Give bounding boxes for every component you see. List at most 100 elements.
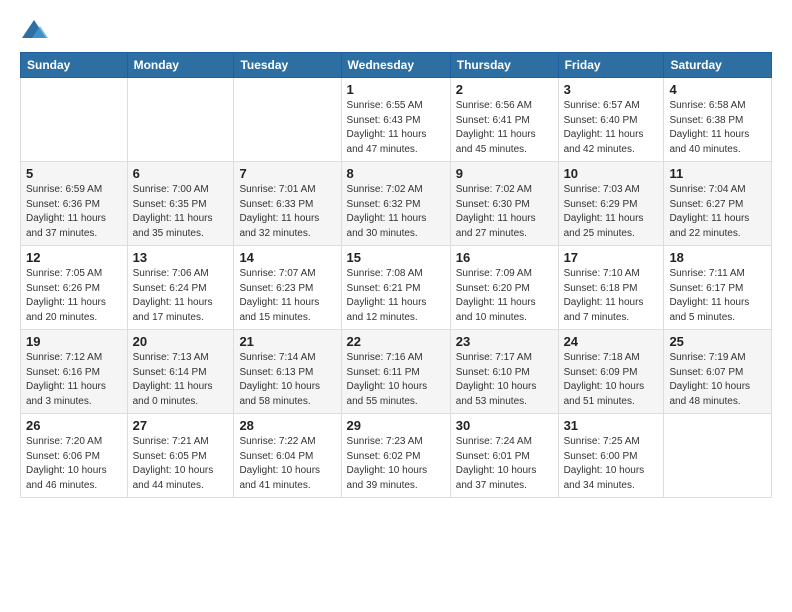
day-info: Sunrise: 7:05 AM Sunset: 6:26 PM Dayligh… bbox=[26, 267, 122, 325]
calendar-cell: 16 Sunrise: 7:09 AM Sunset: 6:20 PM Dayli… bbox=[450, 246, 558, 330]
day-number: 8 bbox=[347, 166, 445, 181]
calendar-cell: 2Sunrise: 6:56 AM Sunset: 6:41 PM Daylig… bbox=[450, 78, 558, 162]
day-number: 27 bbox=[133, 418, 229, 433]
calendar-cell: 15 Sunrise: 7:08 AM Sunset: 6:21 PM Dayli… bbox=[341, 246, 450, 330]
day-info: Sunrise: 7:00 AM Sunset: 6:35 PM Dayligh… bbox=[133, 183, 229, 241]
day-number: 14 bbox=[239, 250, 335, 265]
calendar-cell: 19Sunrise: 7:12 AM Sunset: 6:16 PM Dayli… bbox=[21, 330, 128, 414]
day-number: 30 bbox=[456, 418, 553, 433]
day-number: 24 bbox=[564, 334, 659, 349]
calendar-cell: 30Sunrise: 7:24 AM Sunset: 6:01 PM Dayli… bbox=[450, 414, 558, 498]
calendar-cell: 3 Sunrise: 6:57 AM Sunset: 6:40 PM Daylig… bbox=[558, 78, 664, 162]
header bbox=[20, 16, 772, 44]
calendar-week-row: 26 Sunrise: 7:20 AM Sunset: 6:06 PM Dayli… bbox=[21, 414, 772, 498]
day-number: 4 bbox=[669, 82, 766, 97]
day-number: 13 bbox=[133, 250, 229, 265]
calendar-cell: 10 Sunrise: 7:03 AM Sunset: 6:29 PM Dayli… bbox=[558, 162, 664, 246]
logo bbox=[20, 16, 52, 44]
day-number: 28 bbox=[239, 418, 335, 433]
day-info: Sunrise: 7:13 AM Sunset: 6:14 PM Dayligh… bbox=[133, 351, 229, 409]
calendar-cell: 13 Sunrise: 7:06 AM Sunset: 6:24 PM Dayli… bbox=[127, 246, 234, 330]
calendar-cell: 1 Sunrise: 6:55 AM Sunset: 6:43 PM Daylig… bbox=[341, 78, 450, 162]
calendar-container: SundayMondayTuesdayWednesdayThursdayFrid… bbox=[0, 0, 792, 508]
logo-icon bbox=[20, 16, 48, 44]
day-number: 2 bbox=[456, 82, 553, 97]
calendar-cell: 24 Sunrise: 7:18 AM Sunset: 6:09 PM Dayli… bbox=[558, 330, 664, 414]
day-info: Sunrise: 6:55 AM Sunset: 6:43 PM Dayligh… bbox=[347, 99, 445, 157]
day-info: Sunrise: 7:22 AM Sunset: 6:04 PM Dayligh… bbox=[239, 435, 335, 493]
day-info: Sunrise: 7:14 AM Sunset: 6:13 PM Dayligh… bbox=[239, 351, 335, 409]
calendar-cell: 26 Sunrise: 7:20 AM Sunset: 6:06 PM Dayli… bbox=[21, 414, 128, 498]
day-number: 21 bbox=[239, 334, 335, 349]
calendar-week-row: 1 Sunrise: 6:55 AM Sunset: 6:43 PM Daylig… bbox=[21, 78, 772, 162]
calendar-cell: 7 Sunrise: 7:01 AM Sunset: 6:33 PM Daylig… bbox=[234, 162, 341, 246]
day-info: Sunrise: 7:02 AM Sunset: 6:30 PM Dayligh… bbox=[456, 183, 553, 241]
calendar-cell bbox=[21, 78, 128, 162]
calendar-cell: 6 Sunrise: 7:00 AM Sunset: 6:35 PM Daylig… bbox=[127, 162, 234, 246]
day-number: 10 bbox=[564, 166, 659, 181]
day-number: 5 bbox=[26, 166, 122, 181]
day-info: Sunrise: 7:23 AM Sunset: 6:02 PM Dayligh… bbox=[347, 435, 445, 493]
weekday-header: Sunday bbox=[21, 53, 128, 78]
calendar-cell: 21 Sunrise: 7:14 AM Sunset: 6:13 PM Dayli… bbox=[234, 330, 341, 414]
day-info: Sunrise: 7:07 AM Sunset: 6:23 PM Dayligh… bbox=[239, 267, 335, 325]
calendar-cell: 12 Sunrise: 7:05 AM Sunset: 6:26 PM Dayli… bbox=[21, 246, 128, 330]
day-info: Sunrise: 7:10 AM Sunset: 6:18 PM Dayligh… bbox=[564, 267, 659, 325]
day-number: 3 bbox=[564, 82, 659, 97]
weekday-header: Friday bbox=[558, 53, 664, 78]
day-number: 7 bbox=[239, 166, 335, 181]
calendar-cell: 20 Sunrise: 7:13 AM Sunset: 6:14 PM Dayli… bbox=[127, 330, 234, 414]
weekday-header-row: SundayMondayTuesdayWednesdayThursdayFrid… bbox=[21, 53, 772, 78]
day-info: Sunrise: 7:19 AM Sunset: 6:07 PM Dayligh… bbox=[669, 351, 766, 409]
calendar-cell: 31Sunrise: 7:25 AM Sunset: 6:00 PM Dayli… bbox=[558, 414, 664, 498]
day-number: 29 bbox=[347, 418, 445, 433]
day-info: Sunrise: 7:01 AM Sunset: 6:33 PM Dayligh… bbox=[239, 183, 335, 241]
day-info: Sunrise: 7:21 AM Sunset: 6:05 PM Dayligh… bbox=[133, 435, 229, 493]
day-info: Sunrise: 6:59 AM Sunset: 6:36 PM Dayligh… bbox=[26, 183, 122, 241]
calendar-cell: 18Sunrise: 7:11 AM Sunset: 6:17 PM Dayli… bbox=[664, 246, 772, 330]
calendar-cell bbox=[664, 414, 772, 498]
day-number: 25 bbox=[669, 334, 766, 349]
calendar-cell: 23 Sunrise: 7:17 AM Sunset: 6:10 PM Dayli… bbox=[450, 330, 558, 414]
day-number: 12 bbox=[26, 250, 122, 265]
calendar-cell: 14 Sunrise: 7:07 AM Sunset: 6:23 PM Dayli… bbox=[234, 246, 341, 330]
day-number: 16 bbox=[456, 250, 553, 265]
weekday-header: Monday bbox=[127, 53, 234, 78]
calendar-cell: 22Sunrise: 7:16 AM Sunset: 6:11 PM Dayli… bbox=[341, 330, 450, 414]
day-info: Sunrise: 7:17 AM Sunset: 6:10 PM Dayligh… bbox=[456, 351, 553, 409]
day-number: 1 bbox=[347, 82, 445, 97]
day-info: Sunrise: 7:08 AM Sunset: 6:21 PM Dayligh… bbox=[347, 267, 445, 325]
day-number: 18 bbox=[669, 250, 766, 265]
weekday-header: Saturday bbox=[664, 53, 772, 78]
calendar-table: SundayMondayTuesdayWednesdayThursdayFrid… bbox=[20, 52, 772, 498]
calendar-week-row: 19Sunrise: 7:12 AM Sunset: 6:16 PM Dayli… bbox=[21, 330, 772, 414]
day-info: Sunrise: 6:57 AM Sunset: 6:40 PM Dayligh… bbox=[564, 99, 659, 157]
weekday-header: Thursday bbox=[450, 53, 558, 78]
weekday-header: Tuesday bbox=[234, 53, 341, 78]
day-number: 22 bbox=[347, 334, 445, 349]
calendar-cell bbox=[127, 78, 234, 162]
day-info: Sunrise: 7:20 AM Sunset: 6:06 PM Dayligh… bbox=[26, 435, 122, 493]
day-info: Sunrise: 7:03 AM Sunset: 6:29 PM Dayligh… bbox=[564, 183, 659, 241]
day-number: 15 bbox=[347, 250, 445, 265]
day-info: Sunrise: 7:09 AM Sunset: 6:20 PM Dayligh… bbox=[456, 267, 553, 325]
day-info: Sunrise: 7:02 AM Sunset: 6:32 PM Dayligh… bbox=[347, 183, 445, 241]
day-info: Sunrise: 7:04 AM Sunset: 6:27 PM Dayligh… bbox=[669, 183, 766, 241]
calendar-cell: 5 Sunrise: 6:59 AM Sunset: 6:36 PM Daylig… bbox=[21, 162, 128, 246]
day-number: 17 bbox=[564, 250, 659, 265]
day-number: 20 bbox=[133, 334, 229, 349]
calendar-cell: 29 Sunrise: 7:23 AM Sunset: 6:02 PM Dayli… bbox=[341, 414, 450, 498]
calendar-cell: 25 Sunrise: 7:19 AM Sunset: 6:07 PM Dayli… bbox=[664, 330, 772, 414]
day-info: Sunrise: 7:06 AM Sunset: 6:24 PM Dayligh… bbox=[133, 267, 229, 325]
calendar-cell bbox=[234, 78, 341, 162]
calendar-cell: 28 Sunrise: 7:22 AM Sunset: 6:04 PM Dayli… bbox=[234, 414, 341, 498]
day-number: 23 bbox=[456, 334, 553, 349]
calendar-week-row: 5 Sunrise: 6:59 AM Sunset: 6:36 PM Daylig… bbox=[21, 162, 772, 246]
day-number: 6 bbox=[133, 166, 229, 181]
day-info: Sunrise: 7:18 AM Sunset: 6:09 PM Dayligh… bbox=[564, 351, 659, 409]
day-number: 26 bbox=[26, 418, 122, 433]
weekday-header: Wednesday bbox=[341, 53, 450, 78]
day-number: 19 bbox=[26, 334, 122, 349]
day-number: 9 bbox=[456, 166, 553, 181]
calendar-cell: 9 Sunrise: 7:02 AM Sunset: 6:30 PM Daylig… bbox=[450, 162, 558, 246]
